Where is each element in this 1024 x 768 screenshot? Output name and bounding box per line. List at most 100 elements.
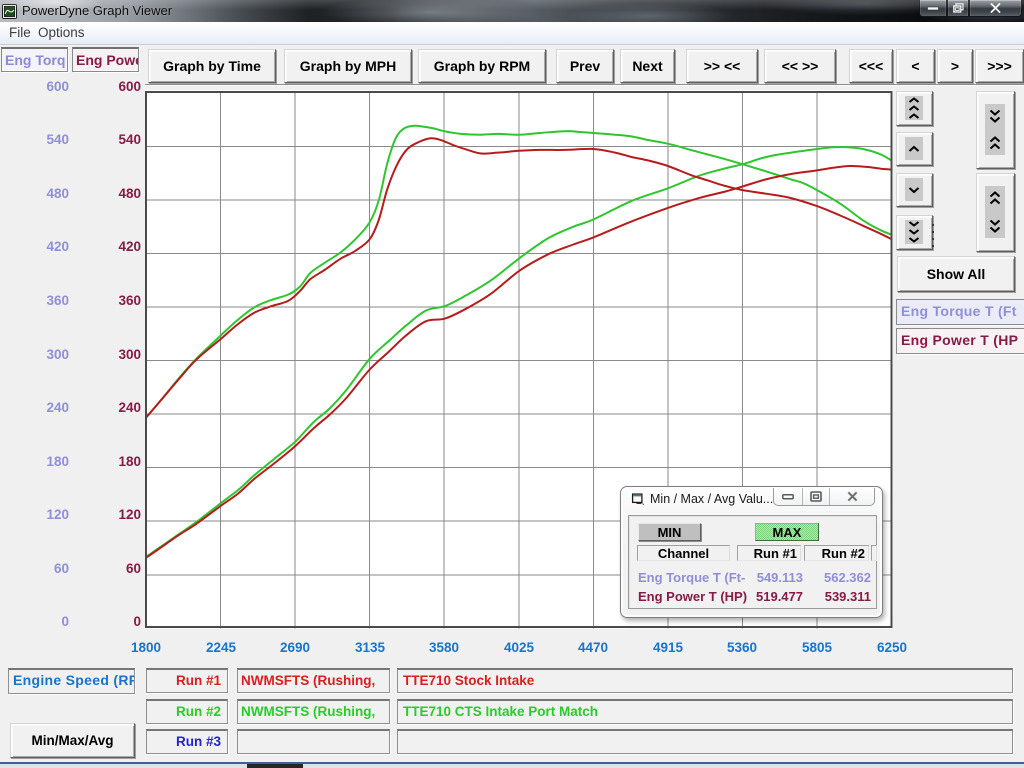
chevron-group <box>988 136 1002 150</box>
min-toggle-button[interactable]: MIN <box>638 523 701 541</box>
run-label-2[interactable]: Run #2 <box>146 699 228 724</box>
graph-by-mph-button[interactable]: Graph by MPH <box>284 49 412 83</box>
minmax-run2-value-0: 562.362 <box>805 570 871 586</box>
legend-power-channel[interactable]: Eng Power T (HP <box>896 328 1024 354</box>
compress-x-button[interactable]: >> << <box>686 49 758 83</box>
expand-x-button[interactable]: << >> <box>764 49 836 83</box>
minmax-channel-1: Eng Power T (HP) <box>638 589 748 605</box>
minmax-close-button[interactable] <box>829 488 874 505</box>
torque-axis-tick: 120 <box>19 507 69 523</box>
window-bottom-frame <box>0 764 1024 768</box>
maximize-restore-button-shape-shape <box>956 4 963 10</box>
chevron-down-triple-icon-shape <box>907 237 921 243</box>
chevron-up-icon-shape <box>907 145 921 153</box>
run-name-3[interactable] <box>237 729 390 754</box>
chevron-group-shape <box>988 109 1002 116</box>
show-all-button[interactable]: Show All <box>897 256 1015 292</box>
chevron-up-triple-icon-shape-shape <box>910 107 919 111</box>
torque-axis-tick: 180 <box>19 454 69 470</box>
minmax-window-icon-shape <box>634 495 642 496</box>
graph-by-rpm-button[interactable]: Graph by RPM <box>418 49 546 83</box>
menu-options[interactable]: Options <box>32 22 91 43</box>
prev-button[interactable]: Prev <box>556 49 614 83</box>
chevron-up-triple-icon-shape <box>907 97 921 103</box>
minmax-run2-value-1: 539.311 <box>805 589 871 605</box>
torque-axis-tick: 0 <box>19 614 69 630</box>
torque-axis-tick: 480 <box>19 186 69 202</box>
power-axis-tick: 60 <box>91 561 141 577</box>
chevron-group-shape <box>988 191 1002 198</box>
maximize-restore-button-shape <box>953 3 964 13</box>
power-axis-tick: 600 <box>91 79 141 95</box>
minmax-close-button-shape-shape <box>849 493 856 500</box>
scroll-right-fast-button[interactable]: >>> <box>975 49 1024 83</box>
chevron-group-shape <box>988 198 1002 205</box>
min-max-avg-button[interactable]: Min/Max/Avg <box>10 723 135 758</box>
chevron-group-shape <box>988 116 1002 123</box>
scroll-down-fast-button[interactable] <box>896 215 933 250</box>
chevron-group-shape-shape <box>991 193 1000 197</box>
run-comment-2[interactable]: TTE710 CTS Intake Port Match <box>397 699 1013 724</box>
run-name-2[interactable]: NWMSFTS (Rushing, <box>237 699 390 724</box>
close-button-shape <box>990 3 1001 13</box>
chevron-down-triple-icon <box>905 220 923 244</box>
rpm-axis-tick: 2245 <box>189 640 253 656</box>
minmax-window[interactable]: Min / Max / Avg Valu... MIN MAX Channel … <box>620 486 883 618</box>
chevron-down-triple-icon-shape-shape <box>910 238 919 242</box>
close-button-shape-shape <box>992 4 1000 12</box>
run-label-1[interactable]: Run #1 <box>146 668 228 693</box>
focus-dots-artifact <box>932 224 934 248</box>
run-name-1[interactable]: NWMSFTS (Rushing, <box>237 668 390 693</box>
chevron-group-shape <box>988 143 1002 150</box>
scroll-up-fast-button[interactable] <box>896 91 933 126</box>
maximize-restore-button-shape-shape <box>955 8 959 11</box>
app-icon <box>2 4 17 19</box>
rpm-axis-tick: 1800 <box>114 640 178 656</box>
chevron-up-triple-icon-shape-shape <box>910 99 919 103</box>
graph-by-time-button[interactable]: Graph by Time <box>148 49 276 83</box>
column-header-sliver <box>871 545 877 561</box>
chevron-group-shape-shape <box>991 228 1000 232</box>
minmax-minimize-button[interactable] <box>774 488 802 505</box>
minmax-run1-value-1: 519.477 <box>737 589 803 605</box>
chevron-down-triple-icon-shape-shape <box>910 230 919 234</box>
scroll-right-button[interactable]: > <box>937 49 973 83</box>
chevron-group <box>988 219 1002 233</box>
maximize-restore-button[interactable] <box>947 0 969 17</box>
chevron-up-icon-shape-shape <box>910 147 919 151</box>
chevron-down-icon <box>905 178 923 201</box>
torque-axis-tick: 60 <box>19 561 69 577</box>
scroll-up-button[interactable] <box>896 132 933 166</box>
legend-torque-channel[interactable]: Eng Torque T (Ft <box>896 299 1024 325</box>
power-axis-tick: 360 <box>91 293 141 309</box>
zoom-out-vertical-button[interactable] <box>976 173 1015 252</box>
chevron-group <box>988 191 1002 205</box>
chevrons-outward-icon <box>985 186 1005 238</box>
scroll-left-fast-button[interactable]: <<< <box>849 49 893 83</box>
power-channel-box[interactable]: Eng Powe <box>72 47 139 72</box>
minmax-window-title: Min / Max / Avg Valu... <box>650 489 773 509</box>
title-bar: PowerDyne Graph Viewer <box>0 0 1024 23</box>
close-button[interactable] <box>969 0 1022 17</box>
x-channel-box[interactable]: Engine Speed (RP <box>8 668 135 694</box>
minimize-button[interactable] <box>919 0 947 17</box>
chevron-group-shape <box>988 136 1002 143</box>
chevron-down-icon-shape-shape <box>910 188 919 192</box>
next-button[interactable]: Next <box>620 49 675 83</box>
powerdyne-graph-viewer-window: { "window": { "title": "PowerDyne Graph … <box>0 0 1024 768</box>
torque-channel-box[interactable]: Eng Torq <box>1 47 68 72</box>
minmax-maximize-button[interactable] <box>802 488 829 505</box>
run-comment-3[interactable] <box>397 729 1013 754</box>
rpm-axis-tick: 3135 <box>338 640 402 656</box>
run-label-3[interactable]: Run #3 <box>146 729 228 754</box>
column-header-run1: Run #1 <box>737 545 801 561</box>
zoom-in-vertical-button[interactable] <box>976 91 1015 169</box>
scroll-left-button[interactable]: < <box>896 49 935 83</box>
chevron-group-shape-shape <box>991 111 1000 115</box>
power-axis-tick: 240 <box>91 400 141 416</box>
power-axis-tick: 540 <box>91 132 141 148</box>
scroll-down-button[interactable] <box>896 173 933 207</box>
run-comment-1[interactable]: TTE710 Stock Intake <box>397 668 1013 693</box>
max-toggle-button[interactable]: MAX <box>755 523 819 541</box>
chevron-up-triple-icon-shape <box>907 105 921 111</box>
